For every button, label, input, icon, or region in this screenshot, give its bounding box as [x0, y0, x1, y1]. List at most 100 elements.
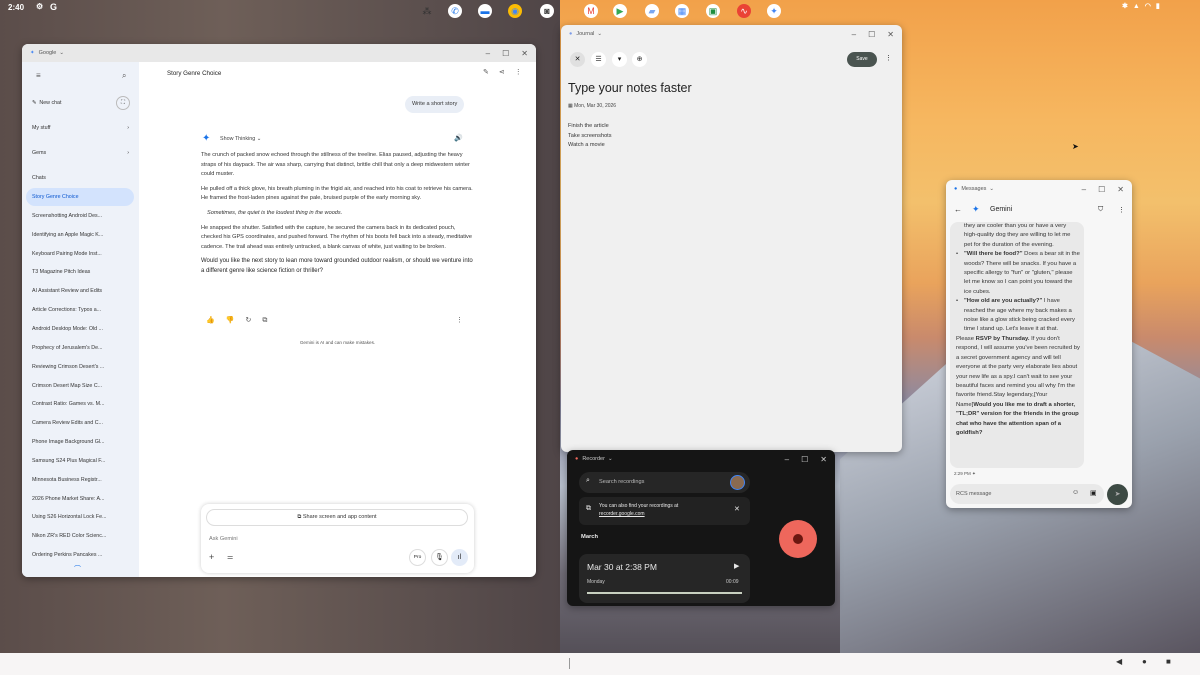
show-thinking-toggle[interactable]: Show Thinking ⌄ [220, 136, 261, 142]
microphone-icon[interactable]: 🎙 [431, 549, 448, 566]
live-icon[interactable]: ıl [451, 549, 468, 566]
sidebar-chat-item[interactable]: Prophecy of Jerusalem's De... [32, 345, 103, 351]
sidebar-chat-item[interactable]: Keyboard Pairing Mode Inst... [32, 251, 102, 257]
template-icon[interactable]: ▾ [612, 52, 627, 67]
chrome-icon[interactable]: ◉ [508, 4, 522, 18]
copy-icon[interactable]: ⧉ [262, 317, 278, 324]
checklist-icon[interactable]: ☰ [591, 52, 606, 67]
share-icon[interactable]: ⋖ [499, 69, 515, 76]
close-button[interactable]: ✕ [1117, 185, 1124, 194]
response-question: Would you like the next story to lean mo… [201, 257, 475, 276]
emoji-icon[interactable]: ☺ [1072, 489, 1079, 496]
avatar[interactable] [730, 475, 745, 490]
camera-icon[interactable]: ◙ [540, 4, 554, 18]
close-note-button[interactable]: ✕ [570, 52, 585, 67]
play-store-icon[interactable]: ▶ [613, 4, 627, 18]
messages-icon[interactable]: ▬ [478, 4, 492, 18]
sidebar-chat-item[interactable]: Story Genre Choice [32, 194, 79, 200]
play-icon[interactable]: ▶ [734, 562, 739, 570]
gems-item[interactable]: Gems› [32, 150, 129, 156]
photos-icon[interactable]: ▦ [675, 4, 689, 18]
close-button[interactable]: ✕ [887, 30, 894, 39]
more-icon[interactable]: ⋮ [456, 316, 463, 324]
more-icon[interactable]: ⋮ [515, 69, 532, 76]
note-title[interactable]: Type your notes faster [568, 81, 692, 95]
more-icon[interactable]: ⋮ [1118, 206, 1125, 214]
search-recordings[interactable]: ⌕ Search recordings [579, 472, 750, 493]
sidebar-chat-item[interactable]: Crimson Desert Map Size C... [32, 383, 102, 389]
recorder-link[interactable]: recorder.google.com [599, 511, 645, 517]
recorder-icon[interactable]: ∿ [737, 4, 751, 18]
tools-icon[interactable]: ⚌ [227, 553, 233, 561]
sidebar-chat-item[interactable]: AI Assistant Review and Edits [32, 288, 102, 294]
minimize-button[interactable]: – [852, 30, 856, 39]
recording-item[interactable]: Mar 30 at 2:38 PM ▶ Monday 00:09 [579, 554, 750, 603]
new-chat-button[interactable]: ✎ New chat [32, 100, 61, 106]
sidebar-chat-item[interactable]: Camera Review Edits and C... [32, 420, 103, 426]
back-icon[interactable]: ← [954, 205, 962, 214]
messages-titlebar[interactable]: ● Messages⌄ –☐✕ [946, 180, 1132, 198]
record-button[interactable] [779, 520, 817, 558]
meet-icon[interactable]: ▣ [706, 4, 720, 18]
add-icon[interactable]: + [209, 552, 214, 562]
maximize-button[interactable]: ☐ [868, 30, 875, 39]
response-paragraph: He snapped the shutter. Satisfied with t… [201, 224, 475, 253]
maximize-button[interactable]: ☐ [1098, 185, 1105, 194]
model-pro-button[interactable]: Pro [409, 549, 426, 566]
files-icon[interactable]: ▰ [645, 4, 659, 18]
sidebar-chat-item[interactable]: Screenshotting Android Des... [32, 213, 102, 219]
sidebar-chat-item[interactable]: Identifying an Apple Magic K... [32, 232, 103, 238]
maximize-button[interactable]: ☐ [502, 49, 509, 58]
gallery-icon[interactable]: ▣ [1090, 489, 1097, 497]
dismiss-icon[interactable]: ✕ [734, 505, 740, 513]
sidebar-chat-item[interactable]: Ordering Perkins Pancakes ... [32, 552, 102, 558]
minimize-button[interactable]: – [785, 455, 789, 464]
journal-titlebar[interactable]: ● Journal⌄ –☐✕ [561, 25, 902, 43]
recorder-titlebar[interactable]: ● Recorder⌄ –☐✕ [567, 450, 835, 468]
edit-icon[interactable]: ✎ [483, 69, 499, 76]
thumbs-down-icon[interactable]: 👎 [226, 317, 246, 324]
temporary-chat-button[interactable]: ⛶ [116, 96, 130, 110]
close-button[interactable]: ✕ [820, 455, 827, 464]
sidebar-chat-item[interactable]: Samsung S24 Plus Magical F... [32, 458, 105, 464]
back-nav-icon[interactable]: ◀ [1116, 657, 1122, 666]
sidebar-chat-item[interactable]: Contrast Ratio: Games vs. M... [32, 401, 104, 407]
more-icon[interactable]: ⋮ [885, 54, 892, 62]
search-icon[interactable]: ⌕ [122, 71, 126, 81]
home-nav-icon[interactable]: ● [1142, 657, 1147, 666]
sidebar-chat-item[interactable]: Phone Image Background Gl... [32, 439, 104, 445]
maximize-button[interactable]: ☐ [801, 455, 808, 464]
sidebar-chat-item[interactable]: Android Desktop Mode: Old ... [32, 326, 103, 332]
rcs-message-input[interactable]: RCS message ☺ ▣ [950, 484, 1104, 504]
sidebar-chat-item[interactable]: 2026 Phone Market Share: A... [32, 496, 104, 502]
apps-icon[interactable]: ⁂ [420, 4, 434, 18]
gemini-titlebar[interactable]: ✦ Google⌄ –☐✕ [22, 44, 536, 62]
minimize-button[interactable]: – [486, 49, 490, 58]
add-circle-icon[interactable]: ⊕ [632, 52, 647, 67]
ask-gemini-input[interactable]: Ask Gemini [209, 536, 238, 542]
sidebar-chat-item[interactable]: T3 Magazine Pitch Ideas [32, 269, 90, 275]
sidebar: ≡ ⌕ ✎ New chat ⛶ My stuff› Gems› Chats S… [22, 62, 139, 577]
note-body[interactable]: Finish the article Take screenshots Watc… [568, 122, 612, 151]
sidebar-chat-item[interactable]: Article Corrections: Typos a... [32, 307, 101, 313]
speaker-icon[interactable]: 🔊 [454, 134, 463, 142]
gemini-icon[interactable]: ✦ [767, 4, 781, 18]
my-stuff-item[interactable]: My stuff› [32, 125, 129, 131]
verified-shield-icon[interactable]: ⛉ [1098, 206, 1103, 214]
menu-icon[interactable]: ≡ [36, 71, 41, 80]
phone-icon[interactable]: ✆ [448, 4, 462, 18]
thumbs-up-icon[interactable]: 👍 [206, 317, 226, 324]
close-button[interactable]: ✕ [521, 49, 528, 58]
sidebar-chat-item[interactable]: Nikon ZR's RED Color Scienc... [32, 533, 106, 539]
google-icon: G [50, 2, 57, 12]
sidebar-chat-item[interactable]: Using S26 Horizontal Lock Fe... [32, 514, 107, 520]
sidebar-chat-item[interactable]: Reviewing Crimson Desert's ... [32, 364, 104, 370]
share-screen-button[interactable]: ⧉ Share screen and app content [206, 509, 468, 526]
regenerate-icon[interactable]: ↻ [245, 317, 262, 324]
minimize-button[interactable]: – [1082, 185, 1086, 194]
save-button[interactable]: Save [847, 52, 877, 67]
send-button[interactable]: ➤ [1107, 484, 1128, 505]
gmail-icon[interactable]: M [584, 4, 598, 18]
recents-nav-icon[interactable]: ■ [1166, 657, 1171, 666]
sidebar-chat-item[interactable]: Minnesota Business Registr... [32, 477, 102, 483]
